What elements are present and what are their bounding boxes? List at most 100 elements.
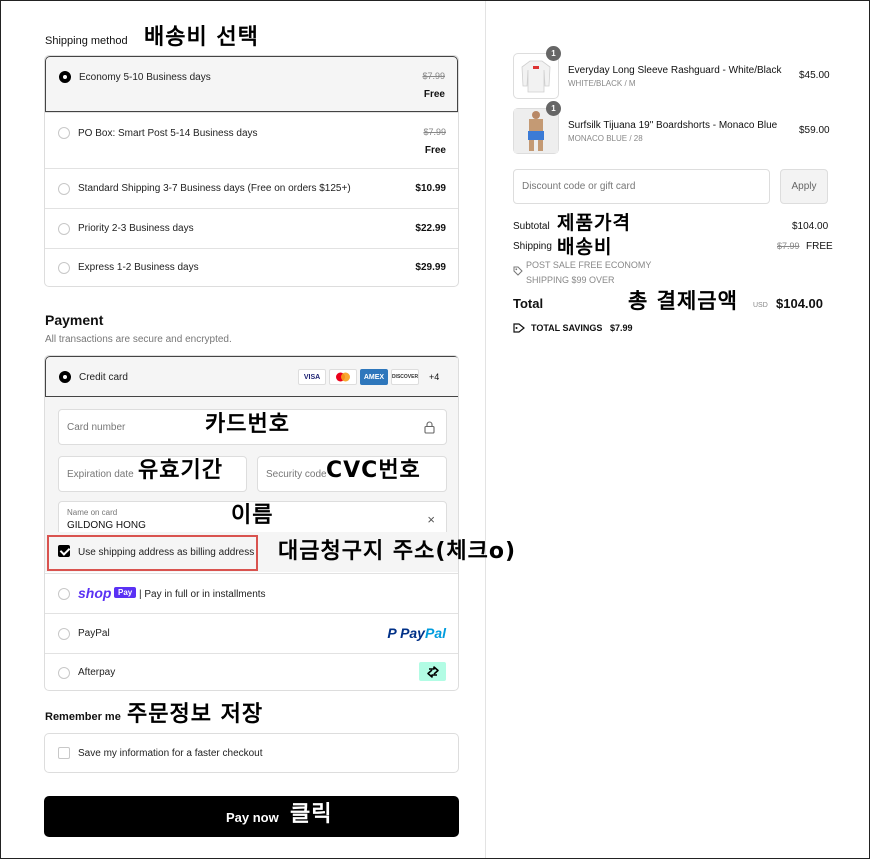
total-savings-value: $7.99	[610, 323, 633, 333]
payment-option-credit-card[interactable]: Credit card VISA AMEX DISCOVER +4	[45, 356, 458, 397]
product-price: $59.00	[799, 125, 830, 136]
paypal-logo-pal: Pal	[424, 625, 446, 641]
discount-code-input[interactable]: Discount code or gift card	[513, 169, 770, 204]
radio[interactable]	[58, 628, 70, 640]
card-number-annotation: 카드번호	[205, 412, 290, 437]
discover-icon: DISCOVER	[391, 369, 419, 385]
promo-line-1: POST SALE FREE ECONOMY	[526, 260, 652, 270]
shipping-method-title: Shipping method	[45, 35, 128, 47]
radio-selected[interactable]	[59, 71, 71, 83]
radio[interactable]	[58, 127, 70, 139]
billing-annotation: 대금청구지 주소(체크o)	[278, 539, 517, 564]
product-variant: MONACO BLUE / 28	[568, 134, 643, 143]
tag-icon	[513, 266, 523, 276]
quantity-badge: 1	[546, 46, 561, 61]
shipping-option-express[interactable]: Express 1-2 Business days $29.99	[45, 248, 458, 286]
shipping-price: Free	[423, 89, 445, 100]
shipping-cost-annotation: 배송비	[557, 236, 613, 258]
radio[interactable]	[58, 588, 70, 600]
pay-now-button[interactable]: Pay now 클릭	[44, 796, 459, 837]
total-annotation: 총 결제금액	[628, 289, 738, 313]
visa-icon: VISA	[298, 369, 326, 385]
radio[interactable]	[58, 183, 70, 195]
radio[interactable]	[58, 667, 70, 679]
radio[interactable]	[58, 223, 70, 235]
total-label: Total	[513, 296, 544, 311]
more-cards-count: +4	[429, 372, 440, 382]
product-variant: WHITE/BLACK / M	[568, 79, 636, 88]
shipping-option-standard[interactable]: Standard Shipping 3-7 Business days (Fre…	[45, 168, 458, 208]
billing-address-label: Use shipping address as billing address	[78, 547, 255, 558]
shipping-option-label: Priority 2-3 Business days	[78, 223, 194, 234]
shipping-price: Free	[424, 145, 446, 156]
shipping-option-pobox[interactable]: PO Box: Smart Post 5-14 Business days $7…	[45, 112, 458, 168]
shipping-label: Shipping	[513, 241, 552, 252]
card-number-placeholder: Card number	[67, 422, 126, 433]
paypal-logo-p: P	[387, 625, 397, 641]
remember-annotation: 주문정보 저장	[127, 702, 264, 727]
expiration-placeholder: Expiration date	[67, 469, 134, 480]
product-price: $45.00	[799, 70, 830, 81]
pay-now-label: Pay now	[226, 810, 279, 825]
save-info-label: Save my information for a faster checkou…	[78, 748, 263, 759]
shipping-price: $22.99	[415, 223, 446, 234]
shipping-price: $29.99	[415, 262, 446, 273]
product-name: Everyday Long Sleeve Rashguard - White/B…	[568, 65, 782, 76]
payment-option-shop-pay[interactable]: shop Pay | Pay in full or in installment…	[45, 573, 458, 613]
shipping-option-economy[interactable]: Economy 5-10 Business days $7.99 Free	[45, 56, 458, 112]
total-savings-label: TOTAL SAVINGS	[531, 323, 603, 333]
shipping-option-label: Economy 5-10 Business days	[79, 72, 211, 83]
shipping-value: FREE	[806, 241, 833, 252]
pay-now-annotation: 클릭	[290, 802, 333, 827]
apply-button[interactable]: Apply	[780, 169, 828, 204]
amex-icon: AMEX	[360, 369, 388, 385]
billing-address-checkbox[interactable]	[58, 545, 70, 557]
afterpay-label: Afterpay	[78, 667, 116, 678]
clear-icon[interactable]: ×	[427, 512, 435, 527]
old-price: $7.99	[423, 127, 446, 137]
credit-card-label: Credit card	[79, 372, 128, 383]
currency-label: USD	[753, 302, 768, 309]
promo-line-2: SHIPPING $99 OVER	[526, 275, 615, 285]
shipping-old-price: $7.99	[777, 241, 800, 251]
remember-me-title: Remember me	[45, 711, 121, 723]
shipping-option-label: Standard Shipping 3-7 Business days (Fre…	[78, 183, 351, 194]
shipping-option-priority[interactable]: Priority 2-3 Business days $22.99	[45, 208, 458, 248]
name-on-card-value: GILDONG HONG	[67, 520, 146, 531]
total-value: $104.00	[776, 296, 823, 311]
payment-option-afterpay[interactable]: Afterpay	[45, 653, 458, 690]
shop-logo: shop	[78, 585, 112, 601]
remember-me-box[interactable]: Save my information for a faster checkou…	[44, 733, 459, 773]
lock-icon	[424, 421, 435, 434]
discount-placeholder: Discount code or gift card	[522, 181, 636, 192]
payment-title: Payment	[45, 312, 104, 328]
shipping-option-label: PO Box: Smart Post 5-14 Business days	[78, 128, 258, 139]
shipping-option-label: Express 1-2 Business days	[78, 262, 199, 273]
shipping-options-box: Economy 5-10 Business days $7.99 Free PO…	[44, 55, 459, 287]
quantity-badge: 1	[546, 101, 561, 116]
payment-subtitle: All transactions are secure and encrypte…	[45, 334, 232, 345]
subtotal-annotation: 제품가격	[557, 212, 631, 234]
radio-selected[interactable]	[59, 371, 71, 383]
afterpay-icon	[419, 662, 446, 681]
column-divider	[485, 1, 486, 858]
expiration-annotation: 유효기간	[138, 458, 223, 483]
shipping-price: $10.99	[415, 183, 446, 194]
paypal-logo-pay: Pay	[400, 625, 425, 641]
subtotal-label: Subtotal	[513, 221, 550, 232]
save-info-checkbox[interactable]	[58, 747, 70, 759]
savings-tag-icon	[513, 323, 525, 333]
shop-pay-text: | Pay in full or in installments	[139, 589, 266, 600]
shipping-annotation: 배송비 선택	[144, 25, 259, 50]
shop-pay-badge: Pay	[114, 587, 137, 598]
name-annotation: 이름	[231, 503, 274, 528]
subtotal-value: $104.00	[792, 221, 829, 232]
radio[interactable]	[58, 262, 70, 274]
paypal-label: PayPal	[78, 628, 110, 639]
mastercard-icon	[329, 369, 357, 385]
old-price: $7.99	[422, 71, 445, 81]
security-placeholder: Security code	[266, 469, 327, 480]
payment-option-paypal[interactable]: PayPal P PayPal	[45, 613, 458, 653]
product-name: Surfsilk Tijuana 19" Boardshorts - Monac…	[568, 120, 778, 131]
security-annotation: CVC번호	[326, 458, 421, 483]
